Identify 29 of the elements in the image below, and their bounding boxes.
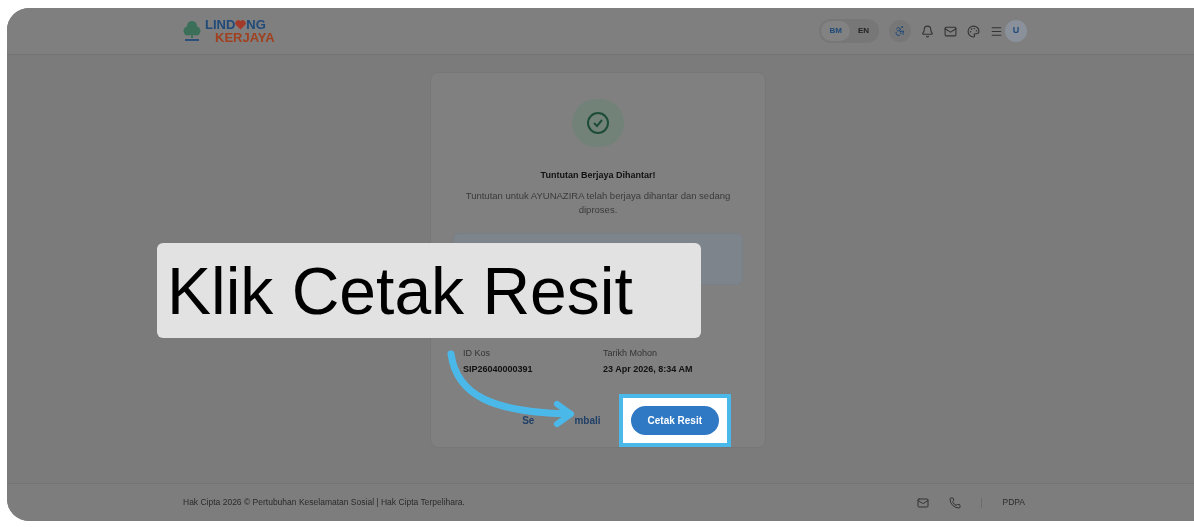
accessibility-icon [894,25,906,37]
copyright-text: Hak Cipta 2026 © Pertubuhan Keselamatan Sosial | Hak Cipta Terpelihara. [183,496,465,509]
user-avatar[interactable]: U [1005,20,1027,42]
print-receipt-button[interactable]: Cetak Resit [630,406,719,435]
detail-label: Tarikh Mohon [603,347,659,360]
pdpa-link[interactable]: PDPA [1002,496,1025,509]
success-title: Tuntutan Berjaya Dihantar! [540,168,656,182]
detail-label: ID Kos [463,347,491,360]
logo-word-start: LIND [205,18,236,31]
back-link-text: mbali [574,414,601,428]
tree-logo-icon [183,20,201,42]
logo-word: KERJAYA [215,31,275,44]
back-link[interactable]: Se mbali [522,413,601,428]
palette-icon[interactable] [967,24,980,38]
accessibility-button[interactable] [889,20,911,42]
menu-icon[interactable] [990,24,1003,38]
language-tab[interactable]: BM [821,21,850,41]
language-tab[interactable]: EN [849,21,877,41]
detail-value: SIP26040000391 [463,362,534,376]
heart-icon [235,19,247,30]
phone-icon[interactable] [949,496,962,509]
caption-text: Klik Cetak Resit [167,257,633,324]
back-link-text: Se [522,414,535,428]
detail-value: 23 Apr 2026, 8:34 AM [603,362,694,376]
logo-word-end: NG [246,18,266,31]
notification-bell-icon[interactable] [921,24,934,38]
success-message: Tuntutan untuk AYUNAZIRA telah berjaya dihantar dan sedang diproses. [464,189,732,218]
mail-icon[interactable] [944,24,957,38]
mail-icon[interactable] [917,496,930,509]
